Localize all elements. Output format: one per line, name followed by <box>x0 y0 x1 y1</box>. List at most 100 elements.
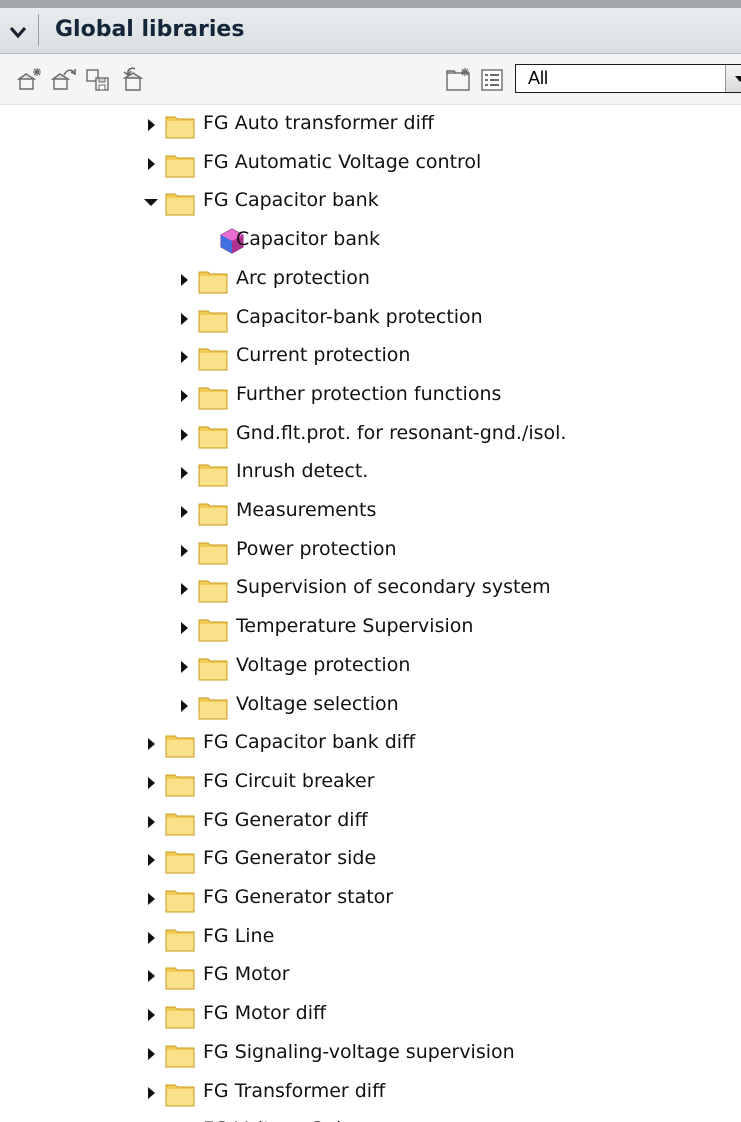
folder-icon <box>165 929 195 952</box>
tree-folder-item[interactable]: FG Signaling-voltage supervision <box>0 1035 741 1073</box>
tree-item-label: FG Automatic Voltage control <box>203 151 482 173</box>
tree-item-label: Power protection <box>236 538 397 560</box>
tree-item-label: Measurements <box>236 499 377 521</box>
tree-item-label: FG Line <box>203 925 275 947</box>
expand-arrow-icon[interactable] <box>143 814 159 830</box>
folder-icon <box>165 890 195 913</box>
expand-arrow-icon[interactable] <box>143 968 159 984</box>
toolbar: All <box>0 54 741 105</box>
detail-view-icon[interactable] <box>478 66 506 94</box>
header-divider <box>38 14 39 46</box>
tree-folder-item[interactable]: FG Motor diff <box>0 996 741 1034</box>
filter-select[interactable]: All <box>515 64 741 93</box>
folder-icon <box>198 426 228 449</box>
expand-arrow-icon[interactable] <box>143 1085 159 1101</box>
folder-icon <box>165 967 195 990</box>
tree-folder-item[interactable]: Current protection <box>0 338 741 376</box>
expand-arrow-icon[interactable] <box>176 543 192 559</box>
expand-arrow-icon[interactable] <box>176 504 192 520</box>
tree-folder-item[interactable]: Further protection functions <box>0 377 741 415</box>
tree-item-label: FG Generator side <box>203 847 377 869</box>
expand-arrow-icon[interactable] <box>143 736 159 752</box>
folder-icon <box>165 851 195 874</box>
folder-icon <box>198 503 228 526</box>
tree-item-label: FG Capacitor bank <box>203 189 379 211</box>
create-library-icon[interactable] <box>16 66 44 94</box>
expand-arrow-icon[interactable] <box>176 311 192 327</box>
folder-icon <box>165 193 195 216</box>
dropdown-button[interactable] <box>725 65 741 92</box>
tree-item-label: FG Signaling-voltage supervision <box>203 1041 515 1063</box>
tree-item-label: Voltage protection <box>236 654 411 676</box>
expand-arrow-icon[interactable] <box>143 775 159 791</box>
tree-folder-item[interactable]: FG Capacitor bank diff <box>0 725 741 763</box>
expand-arrow-icon[interactable] <box>176 698 192 714</box>
tree-folder-item[interactable]: FG Generator stator <box>0 880 741 918</box>
expand-arrow-icon[interactable] <box>176 427 192 443</box>
tree-folder-item[interactable]: FG Generator diff <box>0 803 741 841</box>
expand-arrow-icon[interactable] <box>143 156 159 172</box>
tree-folder-item[interactable]: Arc protection <box>0 261 741 299</box>
tree-item-label: Inrush detect. <box>236 460 369 482</box>
folder-icon <box>198 348 228 371</box>
new-folder-icon[interactable] <box>445 66 473 94</box>
collapse-arrow-icon[interactable] <box>143 194 159 210</box>
tree-item-label: FG Motor <box>203 963 290 985</box>
expand-arrow-icon[interactable] <box>176 272 192 288</box>
tree-folder-item[interactable]: FG Line <box>0 919 741 957</box>
expand-arrow-icon[interactable] <box>176 465 192 481</box>
tree-item-label: Gnd.flt.prot. for resonant-gnd./isol. <box>236 422 567 444</box>
folder-icon <box>165 1006 195 1029</box>
tree-folder-item[interactable]: Inrush detect. <box>0 454 741 492</box>
tree-folder-item[interactable]: FG Motor <box>0 957 741 995</box>
tree-folder-item[interactable]: FG Circuit breaker <box>0 764 741 802</box>
tree-folder-item[interactable]: FG Capacitor bank <box>0 183 741 221</box>
tree-item-label: FG Voltage 3ph <box>203 1118 348 1122</box>
expand-arrow-icon[interactable] <box>176 620 192 636</box>
folder-icon <box>165 116 195 139</box>
tree-folder-item[interactable]: Voltage protection <box>0 648 741 686</box>
save-library-icon[interactable] <box>84 66 112 94</box>
folder-icon <box>165 813 195 836</box>
expand-arrow-icon[interactable] <box>143 891 159 907</box>
tree-item-label: FG Capacitor bank diff <box>203 731 416 753</box>
tree-folder-item[interactable]: Supervision of secondary system <box>0 570 741 608</box>
tree-folder-item[interactable]: Voltage selection <box>0 687 741 725</box>
panel-header[interactable]: Global libraries <box>0 8 741 54</box>
folder-icon <box>165 1045 195 1068</box>
open-library-icon[interactable] <box>50 66 78 94</box>
expand-arrow-icon[interactable] <box>176 349 192 365</box>
tree-folder-item[interactable]: FG Voltage 3ph <box>0 1112 741 1122</box>
tree-item-label: Arc protection <box>236 267 370 289</box>
expand-arrow-icon[interactable] <box>143 117 159 133</box>
folder-icon <box>198 697 228 720</box>
tree-folder-item[interactable]: Measurements <box>0 493 741 531</box>
tree-item-label: Supervision of secondary system <box>236 576 551 598</box>
tree-folder-item[interactable]: FG Auto transformer diff <box>0 106 741 144</box>
tree-folder-item[interactable]: FG Automatic Voltage control <box>0 145 741 183</box>
expand-arrow-icon[interactable] <box>143 1007 159 1023</box>
expand-arrow-icon[interactable] <box>176 581 192 597</box>
folder-icon <box>165 155 195 178</box>
tree-folder-item[interactable]: Gnd.flt.prot. for resonant-gnd./isol. <box>0 416 741 454</box>
tree-folder-item[interactable]: Power protection <box>0 532 741 570</box>
library-tree: FG Auto transformer diff FG Automatic Vol… <box>0 106 741 1122</box>
close-library-icon[interactable] <box>120 66 148 94</box>
tree-folder-item[interactable]: FG Transformer diff <box>0 1074 741 1112</box>
expand-arrow-icon[interactable] <box>143 852 159 868</box>
expand-arrow-icon[interactable] <box>176 659 192 675</box>
folder-icon <box>198 464 228 487</box>
tree-folder-item[interactable]: FG Generator side <box>0 841 741 879</box>
folder-icon <box>198 658 228 681</box>
tree-folder-item[interactable]: Capacitor-bank protection <box>0 300 741 338</box>
tree-item-label: FG Motor diff <box>203 1002 327 1024</box>
expand-arrow-icon[interactable] <box>176 388 192 404</box>
expand-arrow-icon[interactable] <box>143 1046 159 1062</box>
folder-icon <box>198 387 228 410</box>
tree-component-item[interactable]: Capacitor bank <box>0 222 741 260</box>
tree-folder-item[interactable]: Temperature Supervision <box>0 609 741 647</box>
chevron-down-icon[interactable] <box>6 21 30 43</box>
expand-arrow-icon[interactable] <box>143 930 159 946</box>
tree-item-label: Temperature Supervision <box>236 615 474 637</box>
tree-item-label: Capacitor bank <box>236 228 381 250</box>
